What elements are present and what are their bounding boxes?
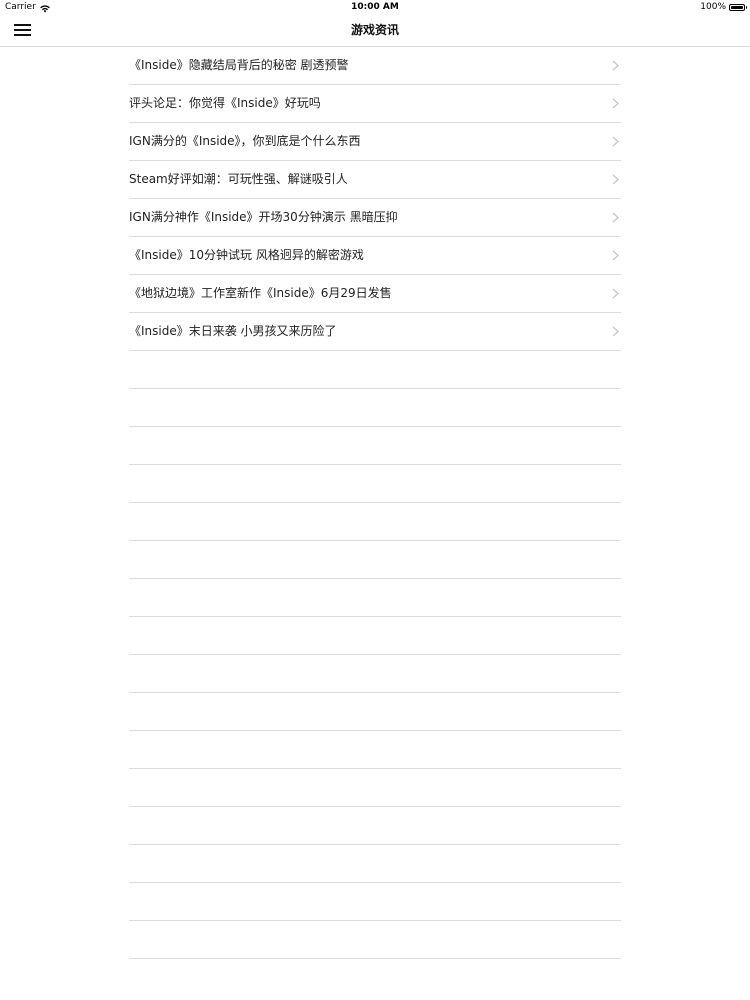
empty-row bbox=[129, 579, 621, 617]
battery-icon bbox=[729, 3, 747, 11]
empty-row bbox=[129, 503, 621, 541]
chevron-right-icon bbox=[612, 174, 619, 185]
chevron-right-icon bbox=[612, 212, 619, 223]
empty-row bbox=[129, 617, 621, 655]
page-title: 游戏资讯 bbox=[350, 23, 399, 37]
list-item[interactable]: Steam好评如潮：可玩性强、解谜吸引人 bbox=[129, 161, 621, 199]
empty-row bbox=[129, 693, 621, 731]
empty-row bbox=[129, 465, 621, 503]
chevron-right-icon bbox=[612, 98, 619, 109]
chevron-right-icon bbox=[612, 326, 619, 337]
empty-row bbox=[129, 845, 621, 883]
list-item-title: 《Inside》10分钟试玩 风格迥异的解密游戏 bbox=[129, 248, 364, 262]
empty-row bbox=[129, 351, 621, 389]
list-item-title: 《Inside》隐藏结局背后的秘密 剧透预警 bbox=[129, 58, 349, 72]
status-time: 10:00 AM bbox=[351, 2, 399, 12]
list-item[interactable]: 《Inside》隐藏结局背后的秘密 剧透预警 bbox=[129, 47, 621, 85]
empty-row bbox=[129, 655, 621, 693]
chevron-right-icon bbox=[612, 60, 619, 71]
empty-row bbox=[129, 427, 621, 465]
list-item-title: 《Inside》末日来袭 小男孩又来历险了 bbox=[129, 324, 337, 338]
list-item[interactable]: 《地狱边境》工作室新作《Inside》6月29日发售 bbox=[129, 275, 621, 313]
list-item-title: Steam好评如潮：可玩性强、解谜吸引人 bbox=[129, 172, 348, 186]
empty-row bbox=[129, 731, 621, 769]
status-right: 100% bbox=[700, 0, 747, 14]
news-list: 《Inside》隐藏结局背后的秘密 剧透预警 评头论足：你觉得《Inside》好… bbox=[129, 47, 621, 959]
empty-row bbox=[129, 541, 621, 579]
battery-percent: 100% bbox=[700, 2, 726, 12]
list-item-title: IGN满分的《Inside》，你到底是个什么东西 bbox=[129, 134, 361, 148]
list-item-title: 《地狱边境》工作室新作《Inside》6月29日发售 bbox=[129, 286, 392, 300]
empty-row bbox=[129, 921, 621, 959]
list-item[interactable]: IGN满分神作《Inside》开场30分钟演示 黑暗压抑 bbox=[129, 199, 621, 237]
list-item[interactable]: IGN满分的《Inside》，你到底是个什么东西 bbox=[129, 123, 621, 161]
chevron-right-icon bbox=[612, 136, 619, 147]
empty-row bbox=[129, 807, 621, 845]
list-item[interactable]: 《Inside》10分钟试玩 风格迥异的解密游戏 bbox=[129, 237, 621, 275]
chevron-right-icon bbox=[612, 250, 619, 261]
list-item-title: 评头论足：你觉得《Inside》好玩吗 bbox=[129, 96, 321, 110]
empty-row bbox=[129, 389, 621, 427]
empty-row bbox=[129, 883, 621, 921]
list-item-title: IGN满分神作《Inside》开场30分钟演示 黑暗压抑 bbox=[129, 210, 398, 224]
status-bar: Carrier 10:00 AM 100% bbox=[0, 0, 750, 14]
empty-row bbox=[129, 769, 621, 807]
navigation-bar: 游戏资讯 bbox=[0, 14, 750, 47]
list-item[interactable]: 评头论足：你觉得《Inside》好玩吗 bbox=[129, 85, 621, 123]
chevron-right-icon bbox=[612, 288, 619, 299]
list-item[interactable]: 《Inside》末日来袭 小男孩又来历险了 bbox=[129, 313, 621, 351]
